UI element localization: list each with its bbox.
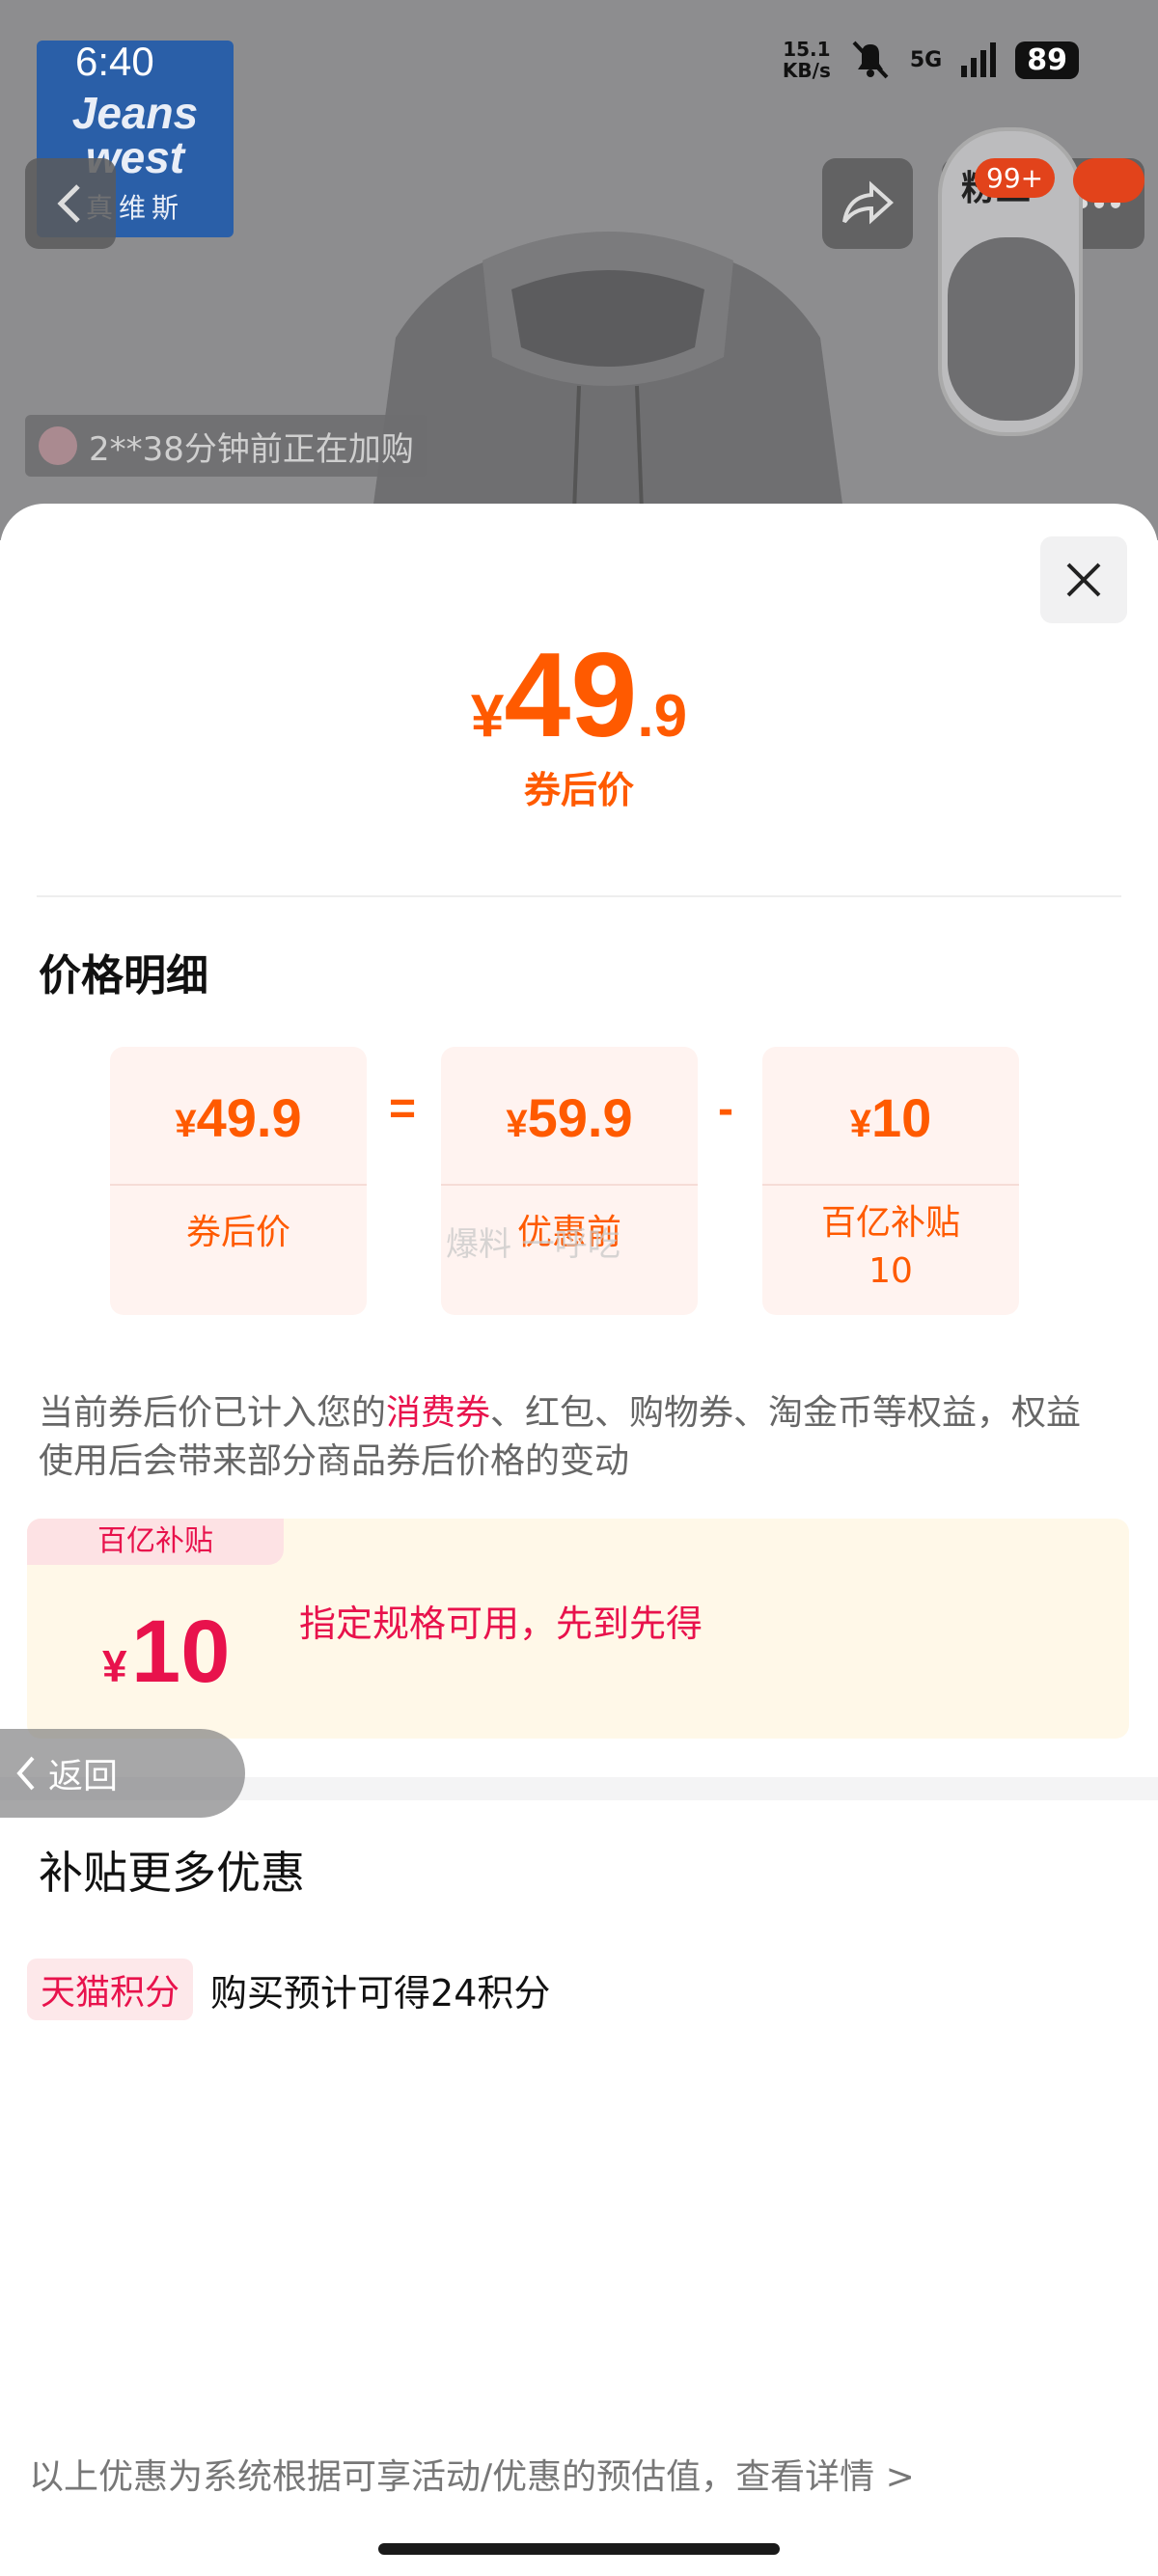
watermark: 爆料 一呼吃 <box>446 1225 620 1264</box>
share-icon <box>842 180 894 225</box>
net-speed: 15.1 KB/s <box>782 38 831 82</box>
chevron-left-icon <box>57 184 80 223</box>
tmall-points-text: 购买预计可得24积分 <box>210 1971 551 2014</box>
breakdown-value: 10 <box>870 1087 932 1148</box>
chevron-left-icon <box>16 1756 35 1791</box>
network-label: 5G <box>909 47 943 72</box>
final-price-caption: 券后价 <box>523 769 634 811</box>
signal-icon <box>961 42 997 77</box>
status-time: 6:40 <box>75 39 154 84</box>
tmall-points-row: 天猫积分 购买预计可得24积分 <box>27 1959 550 2020</box>
breakdown-label: 百亿补贴 10 <box>820 1203 960 1291</box>
fabric-thumbnail <box>948 237 1075 421</box>
close-icon <box>1066 562 1101 597</box>
coupon-amount: ¥ 10 <box>102 1603 231 1701</box>
return-label: 返回 <box>48 1757 119 1796</box>
minus-sign: - <box>718 1083 733 1135</box>
battery-indicator: 89 <box>1015 41 1079 79</box>
breakdown-card-subsidy: ¥10 百亿补贴 10 <box>762 1047 1019 1315</box>
buyer-avatar <box>39 426 77 465</box>
price-note: 当前券后价已计入您的消费券、红包、购物券、淘金币等权益，权益使用后会带来部分商品… <box>39 1393 1082 1481</box>
more-offers-title: 补贴更多优惠 <box>39 1847 305 1899</box>
section-title: 价格明细 <box>39 951 208 1000</box>
close-button[interactable] <box>1040 536 1127 623</box>
breakdown-card-final: ¥49.9 券后价 <box>110 1047 367 1315</box>
product-background: Jeans west 真维斯 6:40 15.1 KB/s 5G 89 99+ … <box>0 0 1158 540</box>
breakdown-label: 券后价 <box>185 1213 290 1252</box>
equals-sign: = <box>389 1083 417 1135</box>
share-button[interactable] <box>822 158 913 249</box>
details-link[interactable]: 以上优惠为系统根据可享活动/优惠的预估值，查看详情 > <box>29 2449 915 2499</box>
coupon-tag: 百亿补贴 <box>27 1519 284 1565</box>
return-button[interactable]: 返回 <box>0 1729 245 1818</box>
breakdown-value: 59.9 <box>527 1087 633 1148</box>
back-button[interactable] <box>25 158 116 249</box>
message-badge <box>1073 158 1144 203</box>
home-indicator[interactable] <box>378 2543 780 2555</box>
buyer-notice: 2**38分钟前正在加购 <box>25 415 427 477</box>
coupon-desc: 指定规格可用，先到先得 <box>299 1603 703 1645</box>
hoodie-image <box>369 232 847 540</box>
cart-badge: 99+ <box>975 158 1056 198</box>
breakdown-value: 49.9 <box>196 1087 302 1148</box>
final-price: ¥49.9 <box>470 629 688 762</box>
status-bar-right: 15.1 KB/s 5G 89 <box>783 39 1079 81</box>
buyer-notice-text: 2**38分钟前正在加购 <box>89 429 414 469</box>
breakdown-card-original: ¥59.9 优惠前 <box>441 1047 698 1315</box>
tmall-points-tag: 天猫积分 <box>27 1959 194 2020</box>
consumer-coupon-link[interactable]: 消费券 <box>386 1393 490 1433</box>
mute-bell-icon <box>852 41 889 79</box>
divider <box>37 895 1121 897</box>
subsidy-coupon: 百亿补贴 ¥ 10 指定规格可用，先到先得 <box>27 1519 1129 1739</box>
